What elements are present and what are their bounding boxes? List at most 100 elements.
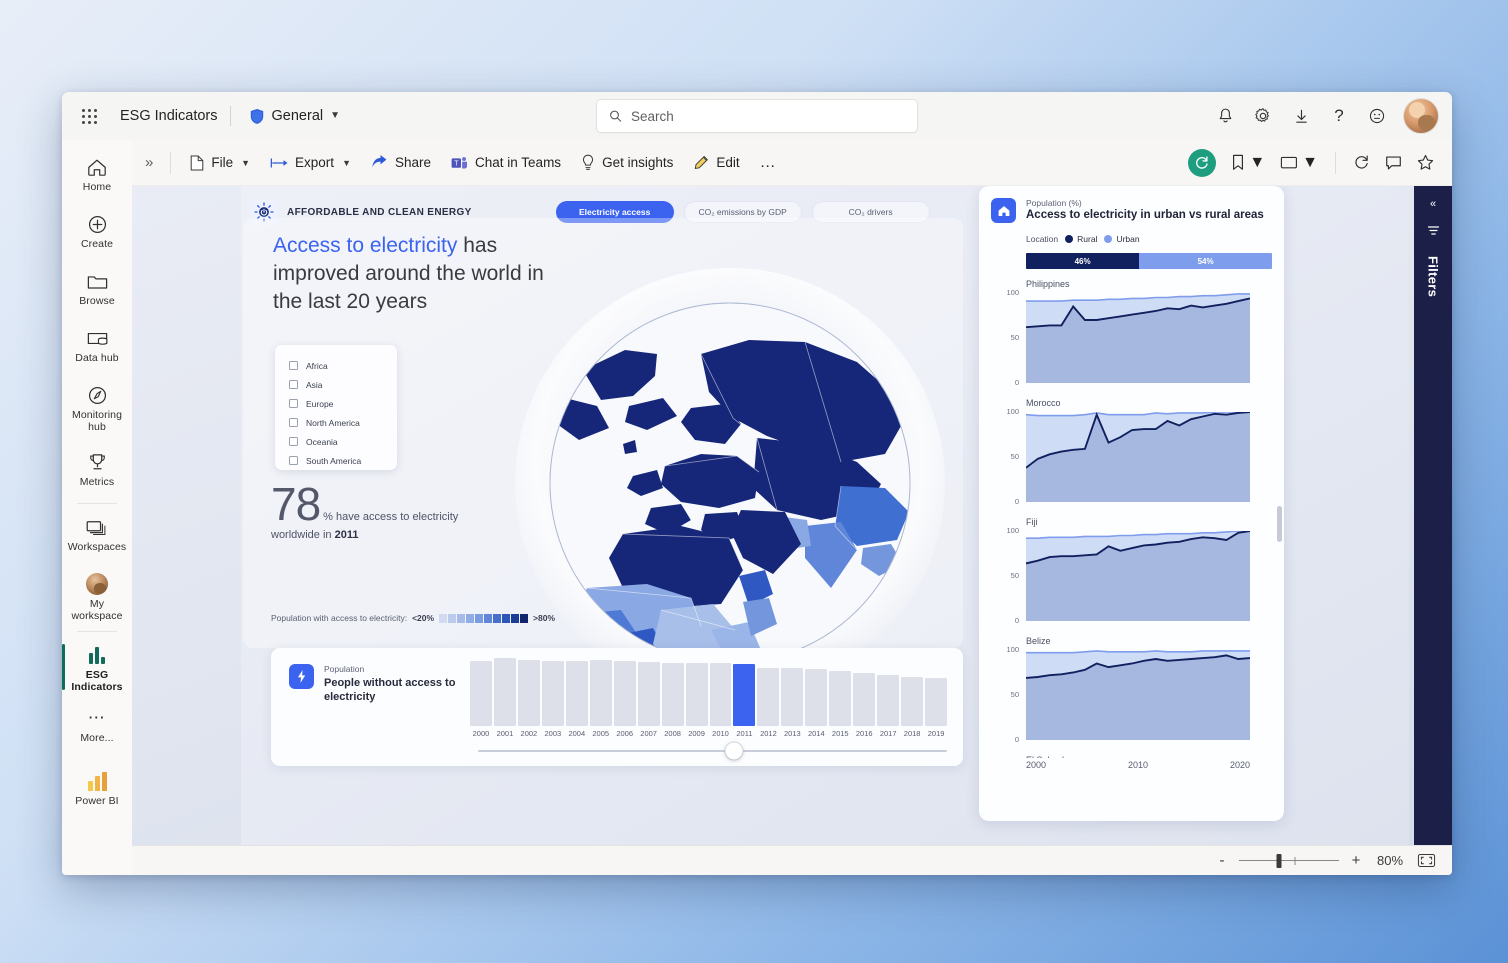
filter-item-south-america[interactable]: South America (289, 451, 387, 470)
year-bar-column[interactable] (565, 658, 588, 726)
sidebar-item-browse[interactable]: Browse (64, 262, 130, 318)
year-bar[interactable] (709, 662, 732, 726)
edit-button[interactable]: Edit (684, 148, 748, 178)
year-bar-column[interactable] (517, 658, 540, 726)
sidebar-item-home[interactable]: Home (64, 148, 130, 204)
sidebar-item-more[interactable]: ⋯ More... (64, 699, 130, 755)
expand-toolbar-button[interactable]: » (138, 148, 160, 178)
year-bar[interactable] (565, 660, 588, 726)
checkbox-icon[interactable] (289, 437, 298, 446)
sidebar-item-esg-indicators[interactable]: ESG Indicators (62, 636, 130, 698)
year-bar[interactable] (757, 667, 780, 726)
year-bar[interactable] (781, 668, 804, 726)
year-bar-column[interactable] (709, 658, 732, 726)
country-small-multiples[interactable]: Philippines 100 50 0 Morocco 100 50 0 Fiji 100 50 0… (979, 278, 1284, 758)
year-bar-column[interactable] (925, 658, 948, 726)
checkbox-icon[interactable] (289, 418, 298, 427)
year-bar-column[interactable] (781, 658, 804, 726)
sidebar-item-data-hub[interactable]: Data hub (64, 319, 130, 375)
country-chart[interactable]: Morocco 100 50 0 (979, 397, 1284, 516)
favorite-icon[interactable] (1411, 148, 1440, 178)
comment-icon[interactable] (1379, 148, 1408, 178)
reset-icon[interactable] (1188, 148, 1217, 177)
year-bar-column[interactable] (829, 658, 852, 726)
split-segment-rural[interactable]: 46% (1026, 253, 1140, 269)
search-box[interactable] (597, 100, 917, 132)
fit-to-page-icon[interactable] (1417, 853, 1436, 868)
country-chart[interactable]: Belize 100 50 0 (979, 635, 1284, 754)
gear-icon[interactable] (1246, 99, 1280, 133)
filter-item-europe[interactable]: Europe (289, 394, 387, 413)
more-options-button[interactable]: … (751, 148, 786, 178)
checkbox-icon[interactable] (289, 380, 298, 389)
year-bar-column[interactable] (541, 658, 564, 726)
chat-in-teams-button[interactable]: T Chat in Teams (442, 148, 570, 178)
feedback-icon[interactable] (1360, 99, 1394, 133)
year-bar[interactable] (877, 675, 900, 726)
slider-knob[interactable] (725, 742, 743, 760)
year-bar[interactable] (493, 658, 516, 726)
year-bar[interactable] (589, 660, 612, 726)
filters-pane-collapsed[interactable]: « Filters (1414, 186, 1452, 845)
year-bar[interactable] (805, 668, 828, 726)
sidebar-item-create[interactable]: Create (64, 205, 130, 261)
country-chart[interactable]: Philippines 100 50 0 (979, 278, 1284, 397)
zoom-out-button[interactable]: - (1215, 852, 1229, 869)
app-launcher-button[interactable] (72, 99, 106, 133)
year-bar[interactable] (925, 678, 948, 726)
sidebar-item-power-bi[interactable]: Power BI (64, 762, 130, 818)
share-button[interactable]: Share (362, 148, 440, 178)
download-icon[interactable] (1284, 99, 1318, 133)
country-chart[interactable]: Fiji 100 50 0 (979, 516, 1284, 635)
filter-item-north-america[interactable]: North America (289, 413, 387, 432)
filter-item-oceania[interactable]: Oceania (289, 432, 387, 451)
sidebar-item-metrics[interactable]: Metrics (64, 443, 130, 499)
year-bar-column[interactable] (757, 658, 780, 726)
chevron-left-icon[interactable]: « (1430, 198, 1436, 210)
year-bar[interactable] (661, 662, 684, 726)
sidebar-item-workspaces[interactable]: Workspaces (64, 508, 130, 564)
refresh-icon[interactable] (1347, 148, 1376, 178)
year-bar[interactable] (541, 660, 564, 726)
year-bar[interactable] (470, 660, 492, 726)
legend-item-rural[interactable]: Rural (1065, 234, 1097, 244)
year-bar-column[interactable] (901, 658, 924, 726)
year-bar-column[interactable] (661, 658, 684, 726)
filter-item-asia[interactable]: Asia (289, 375, 387, 394)
year-bar-column[interactable] (853, 658, 876, 726)
zoom-in-button[interactable]: + (1349, 852, 1363, 869)
channel-selector[interactable]: General ▼ (243, 105, 347, 128)
sidebar-item-my-workspace[interactable]: My workspace (64, 565, 130, 627)
split-segment-urban[interactable]: 54% (1139, 253, 1272, 269)
checkbox-icon[interactable] (289, 456, 298, 465)
checkbox-icon[interactable] (289, 399, 298, 408)
zoom-slider[interactable] (1239, 853, 1339, 868)
help-icon[interactable]: ? (1322, 99, 1356, 133)
search-input[interactable] (630, 108, 905, 124)
checkbox-icon[interactable] (289, 361, 298, 370)
bell-icon[interactable] (1208, 99, 1242, 133)
year-bar[interactable] (733, 664, 756, 726)
country-chart[interactable]: El Salvador100500 (979, 754, 1284, 758)
slider-track[interactable] (478, 742, 947, 760)
avatar[interactable] (1404, 99, 1438, 133)
year-bar-column[interactable] (733, 658, 756, 726)
zoom-slider-thumb[interactable] (1276, 853, 1282, 868)
year-bar[interactable] (853, 672, 876, 726)
panel-scrollbar[interactable] (1277, 506, 1282, 542)
filter-item-africa[interactable]: Africa (289, 356, 387, 375)
year-bar-column[interactable] (805, 658, 828, 726)
year-bar[interactable] (517, 660, 540, 726)
export-menu-button[interactable]: Export ▼ (261, 148, 360, 178)
legend-item-urban[interactable]: Urban (1104, 234, 1140, 244)
bookmark-icon[interactable]: ▼ (1225, 148, 1271, 178)
year-bar-column[interactable] (589, 658, 612, 726)
sidebar-item-monitoring-hub[interactable]: Monitoring hub (64, 376, 130, 442)
year-bar[interactable] (637, 662, 660, 726)
year-bar-column[interactable] (637, 658, 660, 726)
year-bar-column[interactable] (613, 658, 636, 726)
view-icon[interactable]: ▼ (1274, 148, 1324, 178)
year-bar-column[interactable] (493, 658, 516, 726)
year-bar[interactable] (685, 662, 708, 726)
year-slider[interactable] (478, 742, 947, 760)
